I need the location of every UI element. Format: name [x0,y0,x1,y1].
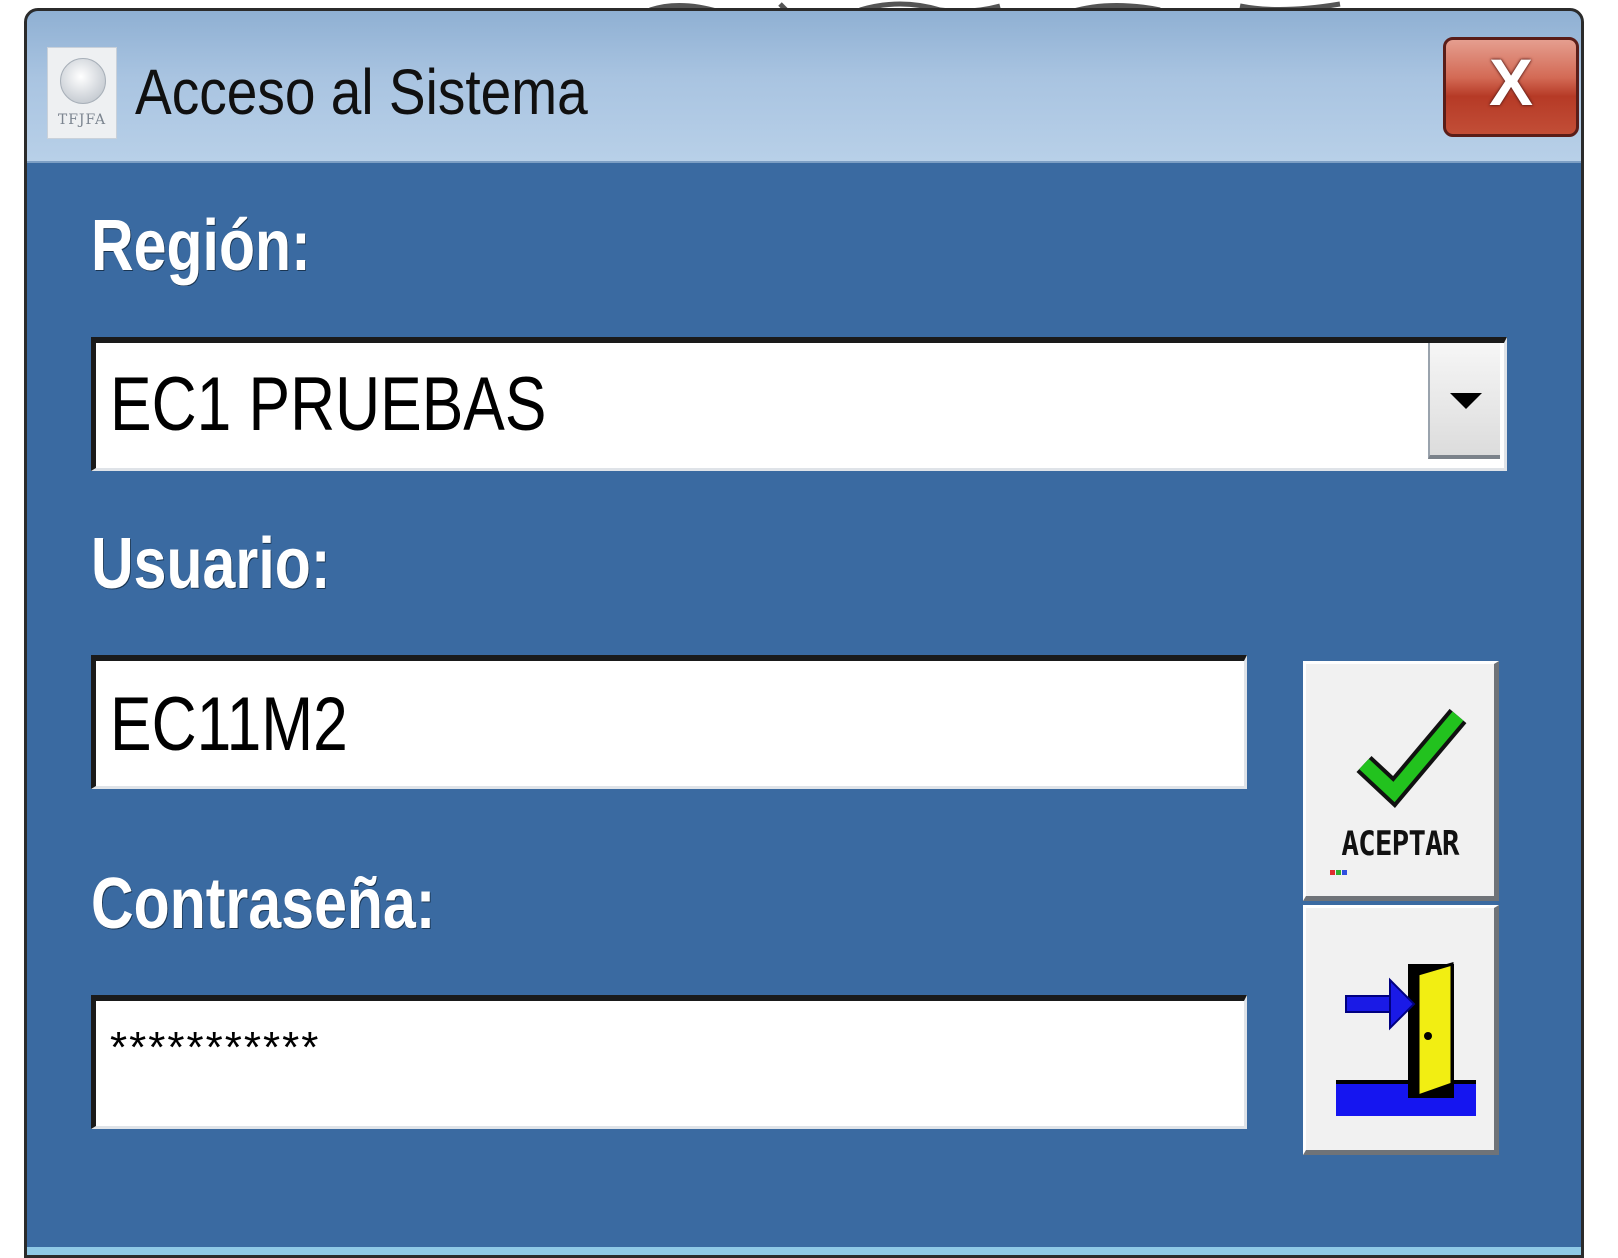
accept-button[interactable]: ACEPTAR [1303,661,1499,901]
region-value: EC1 PRUEBAS [110,362,547,447]
window-bottom-edge [27,1247,1581,1255]
user-value: EC11M2 [110,682,348,767]
seal-icon: TFJFA [47,47,117,139]
color-dots [1330,870,1347,875]
close-icon: X [1488,45,1534,119]
close-button[interactable]: X [1443,37,1579,137]
window-title: Acceso al Sistema [135,56,588,128]
title-bar[interactable]: TFJFA Acceso al Sistema X [27,11,1581,163]
password-input[interactable]: *********** [91,995,1247,1129]
user-input[interactable]: EC11M2 [91,655,1247,789]
user-label: Usuario: [91,524,331,604]
accept-label: ACEPTAR [1341,824,1459,864]
chevron-down-icon [1450,393,1482,409]
exit-button[interactable] [1303,905,1499,1155]
region-select[interactable]: EC1 PRUEBAS [91,337,1507,471]
region-dropdown-button[interactable] [1428,343,1500,459]
region-label: Región: [91,206,311,286]
checkmark-icon [1356,708,1467,808]
password-value: *********** [110,1023,321,1072]
login-dialog: TFJFA Acceso al Sistema X Región: EC1 PR… [24,8,1584,1258]
seal-caption: TFJFA [57,112,107,128]
password-label: Contraseña: [91,864,436,944]
exit-door-icon [1336,961,1476,1116]
